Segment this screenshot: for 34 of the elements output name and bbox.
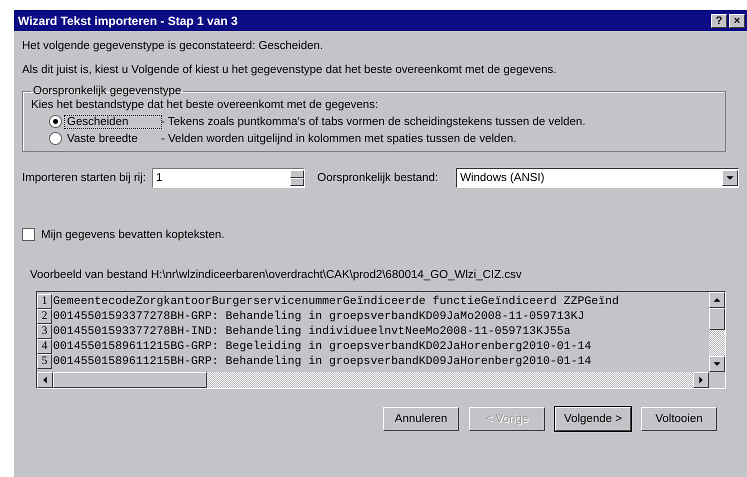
origin-dropdown[interactable]: Windows (ANSI) [456,168,739,188]
line-number: 5 [37,354,52,369]
close-button[interactable]: × [729,14,745,28]
radio-label[interactable]: Gescheiden [65,116,161,128]
start-row-spinner[interactable]: 1 [152,168,306,188]
group-legend: Oorspronkelijk gegevenstype [31,85,184,97]
radio-button[interactable] [49,115,62,128]
line-number: 1 [37,294,52,309]
wizard-button[interactable]: Annuleren [383,407,459,431]
checkbox-label[interactable]: Mijn gegevens bevatten kopteksten. [41,228,224,240]
window-title: Wizard Tekst importeren - Stap 1 van 3 [18,14,239,28]
preview-line: GemeentecodeZorgkantoorBurgerservicenummerGeïndiceerde functieGeïndiceerd ZZPGeïnd [53,295,619,308]
group-prompt: Kies het bestandstype dat het beste overeenkomt met de gegevens: [31,99,380,111]
headers-checkbox[interactable] [22,228,35,241]
line-number: 3 [37,324,52,339]
preview-line: 00145501589611215BH-GRP: Behandeling in groepsverbandKD09JaHorenberg2010-01-14 [53,355,592,368]
preview-line: 00145501593377278BH-GRP: Behandeling in groepsverbandKD09JaMo2008-11-059713KJ [53,310,584,323]
wizard-button[interactable]: Voltooien [641,407,717,431]
preview-line: 00145501593377278BH-IND: Behandeling individueelnvtNeeMo2008-11-059713KJ55a [53,325,571,338]
preview-line: 00145501589611215BG-GRP: Begeleiding in groepsverbandKD02JaHorenberg2010-01-14 [53,340,592,353]
option-description: - Velden worden uitgelijnd in kolommen met spaties tussen de velden. [161,132,516,144]
intro-text: Als dit juist is, kiest u Volgende of kiest u het gegevenstype dat het beste overeenkomt met de gegevens. [22,64,558,76]
preview-label: Voorbeeld van bestand H:\nr\wlzindiceerbaren\overdracht\CAK\prod2\680014_GO_Wlzi_CIZ.csv [30,269,523,281]
intro-text: Het volgende gegevenstype is geconstateerd: Gescheiden. [22,40,324,52]
start-row-label: Importeren starten bij rij: [22,172,146,184]
radio-button[interactable] [49,132,62,145]
vertical-scrollbar[interactable] [709,292,725,372]
wizard-button[interactable]: Volgende > [555,407,631,431]
origin-label: Oorspronkelijk bestand: [317,172,438,184]
radio-label[interactable]: Vaste breedte [65,132,161,144]
horizontal-scrollbar[interactable] [37,372,709,388]
help-button[interactable]: ? [711,14,727,28]
line-number: 2 [37,309,52,324]
line-number: 4 [37,339,52,354]
